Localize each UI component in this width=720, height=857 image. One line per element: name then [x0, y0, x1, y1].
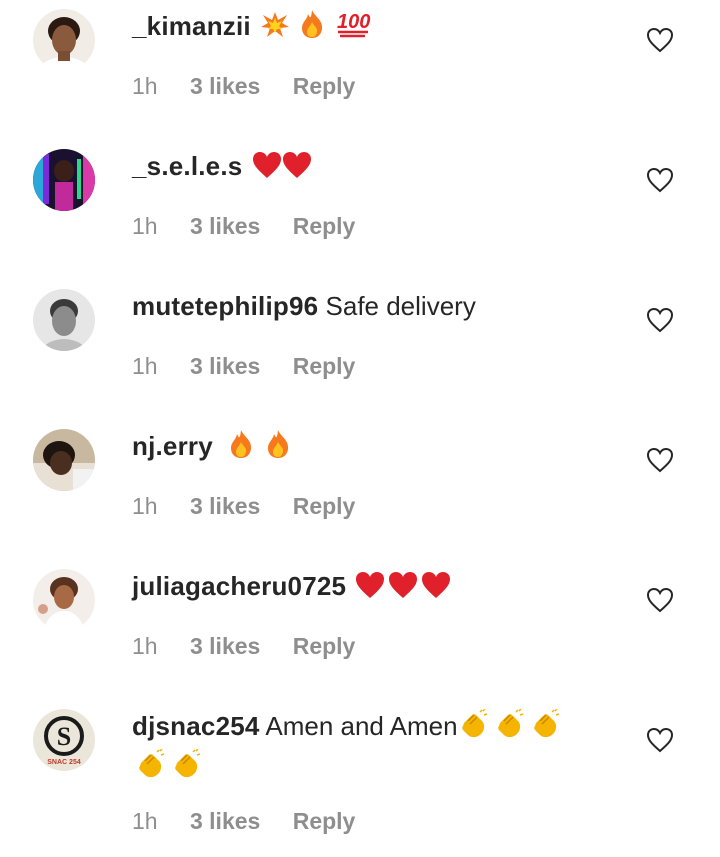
comment-time: 1h — [132, 73, 158, 99]
avatar[interactable] — [33, 429, 95, 491]
red-heart-emoji-icon — [355, 571, 385, 608]
red-heart-emoji-icon — [388, 571, 418, 608]
comment-time: 1h — [132, 633, 158, 659]
clapping-hands-emoji-icon — [530, 708, 560, 748]
like-heart-icon[interactable] — [646, 307, 674, 333]
svg-text:S: S — [57, 722, 71, 751]
comment-username[interactable]: _kimanzii — [132, 11, 251, 41]
likes-count[interactable]: 3 likes — [190, 353, 260, 379]
comment-time: 1h — [132, 353, 158, 379]
reply-button[interactable]: Reply — [293, 493, 356, 519]
likes-count[interactable]: 3 likes — [190, 213, 260, 239]
likes-count[interactable]: 3 likes — [190, 73, 260, 99]
avatar[interactable] — [33, 149, 95, 211]
avatar-logo-text: SNAC 254 — [47, 759, 81, 766]
clapping-hands-emoji-icon — [494, 708, 524, 748]
comment-time: 1h — [132, 213, 158, 239]
clapping-hands-emoji-icon — [458, 708, 488, 748]
avatar[interactable] — [33, 569, 95, 631]
avatar[interactable] — [33, 289, 95, 351]
reply-button[interactable]: Reply — [293, 353, 356, 379]
clapping-hands-emoji-icon — [171, 748, 201, 788]
fire-emoji-icon — [228, 429, 254, 468]
comment-time: 1h — [132, 493, 158, 519]
comment-text: djsnac254 Amen and Amen — [132, 708, 592, 788]
comment-text: _s.e.l.e.s — [132, 148, 592, 188]
avatar[interactable]: S SNAC 254 — [33, 709, 95, 771]
comment-username[interactable]: _s.e.l.e.s — [132, 151, 242, 181]
comment-meta: 1h 3 likes Reply — [132, 493, 381, 520]
like-heart-icon[interactable] — [646, 447, 674, 473]
like-heart-icon[interactable] — [646, 27, 674, 53]
like-heart-icon[interactable] — [646, 587, 674, 613]
avatar[interactable] — [33, 9, 95, 71]
likes-count[interactable]: 3 likes — [190, 493, 260, 519]
like-heart-icon[interactable] — [646, 167, 674, 193]
comment-text: juliagacheru0725 — [132, 568, 592, 608]
comment-username[interactable]: djsnac254 — [132, 711, 260, 741]
comment-username[interactable]: juliagacheru0725 — [132, 571, 346, 601]
collision-emoji-icon — [260, 11, 290, 48]
fire-emoji-icon — [265, 429, 291, 468]
comment-text: mutetephilip96 Safe delivery — [132, 288, 592, 324]
likes-count[interactable]: 3 likes — [190, 633, 260, 659]
red-heart-emoji-icon — [282, 151, 312, 188]
hundred-emoji-icon: 100 — [335, 9, 371, 48]
reply-button[interactable]: Reply — [293, 633, 356, 659]
likes-count[interactable]: 3 likes — [190, 808, 260, 834]
red-heart-emoji-icon — [252, 151, 282, 188]
comment-body: Amen and Amen — [265, 711, 458, 741]
reply-button[interactable]: Reply — [293, 213, 356, 239]
comment-body: Safe delivery — [325, 291, 476, 321]
comment-meta: 1h 3 likes Reply — [132, 213, 381, 240]
comment-time: 1h — [132, 808, 158, 834]
comment-meta: 1h 3 likes Reply — [132, 633, 381, 660]
comment-meta: 1h 3 likes Reply — [132, 353, 381, 380]
comment-username[interactable]: nj.erry — [132, 431, 213, 461]
like-heart-icon[interactable] — [646, 727, 674, 753]
red-heart-emoji-icon — [421, 571, 451, 608]
comment-text: nj.erry — [132, 428, 592, 468]
comment-username[interactable]: mutetephilip96 — [132, 291, 318, 321]
fire-emoji-icon — [299, 9, 325, 48]
comment-text: _kimanzii 100 — [132, 8, 592, 48]
clapping-hands-emoji-icon — [135, 748, 165, 788]
reply-button[interactable]: Reply — [293, 808, 356, 834]
comment-meta: 1h 3 likes Reply — [132, 808, 381, 835]
reply-button[interactable]: Reply — [293, 73, 356, 99]
svg-text:100: 100 — [337, 11, 370, 33]
comment-meta: 1h 3 likes Reply — [132, 73, 381, 100]
